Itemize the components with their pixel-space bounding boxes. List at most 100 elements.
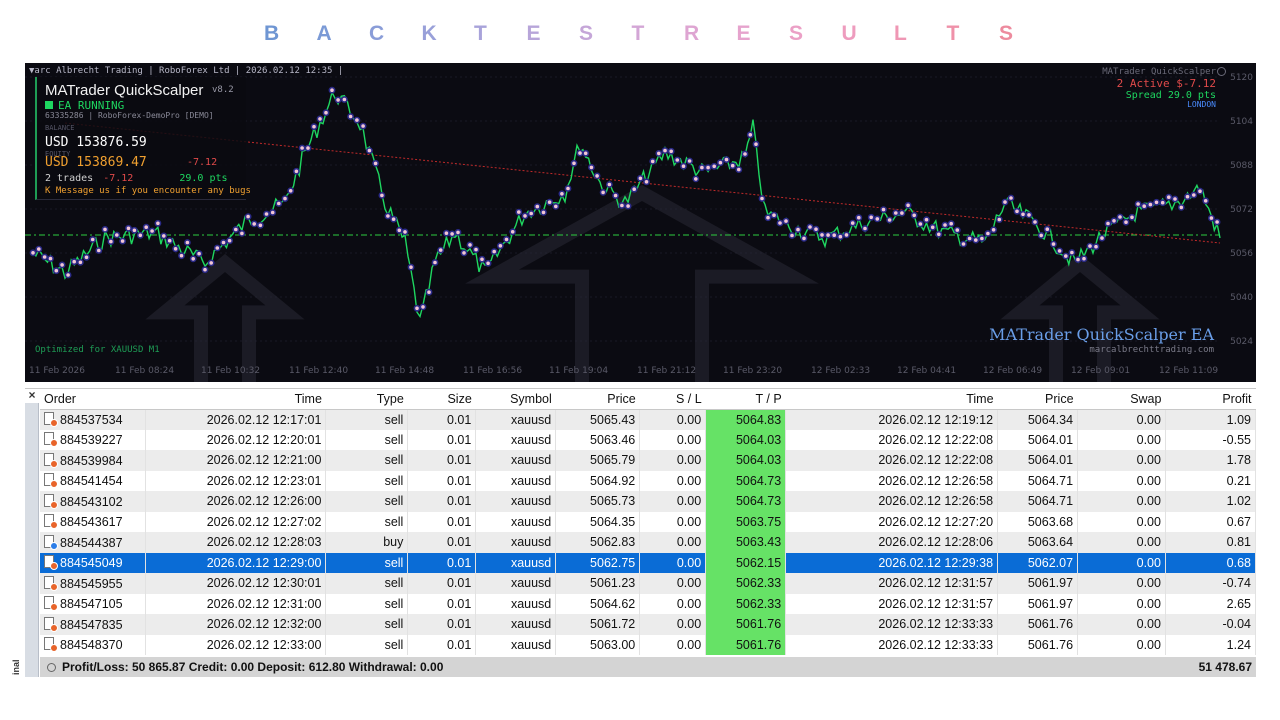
- trade-marker: [328, 86, 336, 94]
- table-cell: 5064.73: [705, 470, 787, 491]
- y-axis-label: 5040: [1230, 293, 1253, 303]
- table-cell: xauusd: [475, 491, 557, 512]
- order-type-dot: [50, 500, 58, 509]
- trade-marker: [929, 223, 937, 231]
- column-header[interactable]: Profit: [1165, 389, 1256, 410]
- table-cell: 0.00: [1077, 450, 1166, 471]
- title-letter: S: [789, 22, 804, 45]
- close-icon[interactable]: ×: [25, 389, 39, 401]
- trade-marker: [527, 210, 535, 217]
- trade-marker: [661, 147, 669, 154]
- terminal-sidebar[interactable]: inal: [11, 403, 39, 677]
- ea-url: marcalbrechttrading.com: [1089, 345, 1214, 355]
- table-row[interactable]: 884541454 2026.02.12 12:23:01 sell 0.01 xauu…: [40, 470, 1257, 491]
- table-row[interactable]: 884545049 2026.02.12 12:29:00 sell 0.01 xauu…: [40, 552, 1257, 573]
- table-cell: 0.00: [1077, 511, 1166, 532]
- table-cell: 2026.02.12 12:31:57: [785, 573, 999, 594]
- order-number: 884544387: [60, 535, 123, 550]
- table-cell: 884547835: [40, 614, 147, 635]
- trade-marker: [484, 259, 492, 267]
- trade-marker: [131, 226, 138, 234]
- column-header[interactable]: T / P: [705, 389, 786, 410]
- table-cell: xauusd: [475, 470, 557, 491]
- trade-marker: [637, 174, 644, 182]
- trade-marker: [119, 237, 126, 245]
- column-header[interactable]: Type: [325, 389, 408, 410]
- table-cell: 2026.02.12 12:31:57: [785, 593, 999, 614]
- table-cell: 0.68: [1165, 552, 1257, 573]
- table-cell: xauusd: [475, 450, 557, 471]
- column-header[interactable]: Symbol: [475, 389, 556, 410]
- table-row[interactable]: 884544387 2026.02.12 12:28:03 buy 0.01 xauus…: [40, 532, 1257, 553]
- table-cell: 5063.68: [997, 511, 1079, 532]
- table-cell: 0.01: [407, 429, 477, 450]
- trade-marker: [95, 247, 103, 254]
- column-header[interactable]: Price: [555, 389, 640, 410]
- table-row[interactable]: 884545955 2026.02.12 12:30:01 sell 0.01 xauu…: [40, 573, 1257, 594]
- trade-marker: [334, 96, 342, 104]
- trade-marker: [454, 228, 462, 236]
- table-cell: 884548370: [40, 634, 147, 655]
- order-icon: [44, 493, 58, 509]
- trade-marker: [746, 131, 754, 139]
- table-cell: 2026.02.12 12:23:01: [145, 470, 327, 491]
- table-cell: 0.00: [1077, 593, 1166, 614]
- trade-marker: [496, 242, 504, 250]
- table-row[interactable]: 884539227 2026.02.12 12:20:01 sell 0.01 xauu…: [40, 429, 1257, 450]
- table-cell: 2026.02.12 12:20:01: [145, 429, 327, 450]
- trade-marker: [83, 253, 90, 261]
- order-icon: [44, 555, 58, 571]
- column-header[interactable]: Order: [40, 389, 146, 410]
- price-chart[interactable]: ▼arc Albrecht Trading | RoboForex Ltd | …: [25, 63, 1256, 382]
- column-header[interactable]: Swap: [1077, 389, 1166, 410]
- trade-marker: [195, 250, 203, 258]
- table-row[interactable]: 884547105 2026.02.12 12:31:00 sell 0.01 xauu…: [40, 593, 1257, 614]
- table-cell: xauusd: [475, 573, 557, 594]
- trade-marker: [207, 259, 215, 267]
- table-cell: 884547105: [40, 593, 147, 614]
- table-cell: sell: [325, 552, 409, 573]
- trade-marker: [310, 123, 318, 131]
- table-cell: 5063.75: [705, 511, 787, 532]
- trade-marker: [735, 166, 743, 173]
- trade-marker: [178, 252, 185, 260]
- table-row[interactable]: 884548370 2026.02.12 12:33:00 sell 0.01 xauu…: [40, 634, 1257, 655]
- trade-marker: [649, 158, 657, 165]
- order-icon: [44, 514, 58, 530]
- trade-marker: [1080, 255, 1088, 263]
- trade-marker: [442, 229, 450, 237]
- table-row[interactable]: 884537534 2026.02.12 12:17:01 sell 0.01 xauu…: [40, 409, 1257, 430]
- table-cell: 0.01: [407, 552, 477, 573]
- trade-marker: [52, 267, 60, 275]
- trade-marker: [729, 162, 737, 170]
- trades-pts: 29.0 pts: [179, 173, 228, 184]
- trade-marker: [287, 187, 295, 195]
- column-header[interactable]: Price: [997, 389, 1078, 410]
- table-cell: 0.00: [639, 552, 707, 573]
- trade-marker: [1147, 201, 1154, 208]
- trade-marker: [1013, 207, 1021, 215]
- order-icon: [44, 596, 58, 612]
- table-row[interactable]: 884539984 2026.02.12 12:21:00 sell 0.01 xauu…: [40, 450, 1257, 471]
- table-cell: -0.74: [1165, 573, 1257, 594]
- table-row[interactable]: 884543617 2026.02.12 12:27:02 sell 0.01 xauu…: [40, 511, 1257, 532]
- table-cell: 2026.02.12 12:33:00: [145, 634, 327, 655]
- gear-icon[interactable]: [1217, 67, 1226, 76]
- column-header[interactable]: Time: [145, 389, 326, 410]
- trade-marker: [873, 215, 881, 223]
- column-header[interactable]: Size: [407, 389, 476, 410]
- trade-marker: [1196, 187, 1204, 195]
- trade-marker: [220, 239, 227, 246]
- trade-marker: [304, 144, 312, 152]
- column-header[interactable]: S / L: [639, 389, 706, 410]
- column-header[interactable]: Time: [785, 389, 998, 410]
- table-cell: 5064.71: [997, 470, 1079, 491]
- trade-history-table: Order Time Type Size Symbol Price S / LT / P Ti…: [40, 389, 1257, 655]
- order-number: 884543102: [60, 494, 123, 509]
- trade-marker: [269, 209, 277, 216]
- table-cell: xauusd: [475, 593, 557, 614]
- table-cell: 5064.01: [997, 450, 1079, 471]
- table-row[interactable]: 884543102 2026.02.12 12:26:00 sell 0.01 xauu…: [40, 491, 1257, 512]
- trade-marker: [466, 241, 474, 249]
- table-row[interactable]: 884547835 2026.02.12 12:32:00 sell 0.01 xauu…: [40, 614, 1257, 635]
